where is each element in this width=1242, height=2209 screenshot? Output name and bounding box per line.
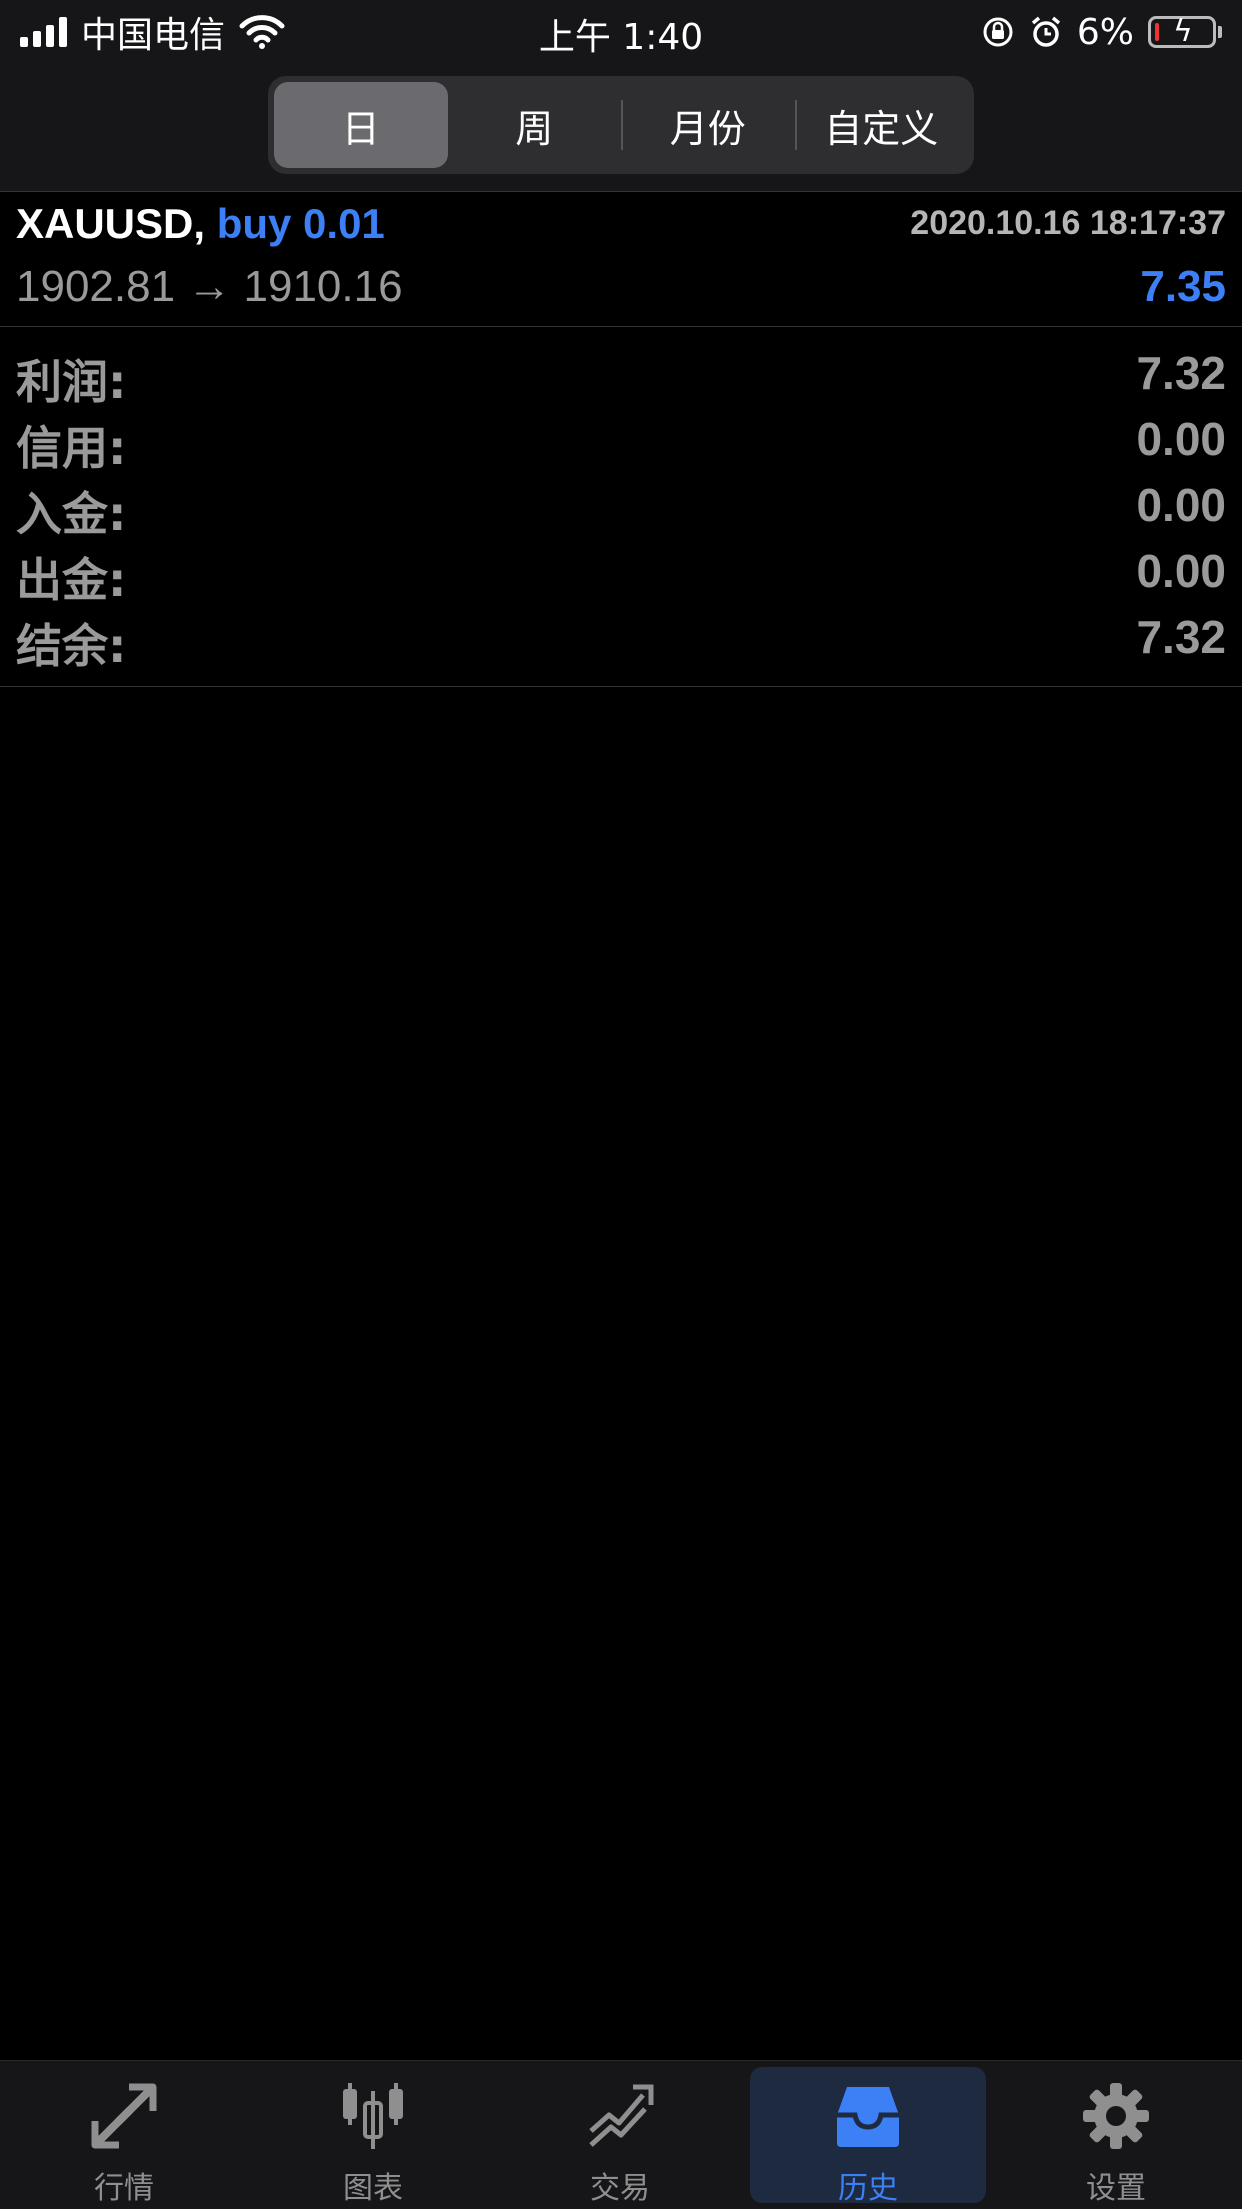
tab-history[interactable]: 历史 [750, 2061, 986, 2209]
tab-label: 行情 [94, 2171, 154, 2206]
summary-value: 0.00 [1136, 545, 1226, 597]
summary-label: 信用: [16, 421, 127, 475]
chart-icon [343, 2083, 403, 2149]
summary-value: 7.32 [1136, 611, 1226, 663]
trade-datetime: 2020.10.16 18:17:37 [910, 204, 1226, 242]
segment-month[interactable]: 月份 [621, 82, 795, 168]
segment-custom[interactable]: 自定义 [794, 82, 969, 168]
tab-trade[interactable]: 交易 [502, 2061, 738, 2209]
summary-row-balance: 结余: 7.32 [0, 610, 1242, 676]
trade-side: buy 0.01 [216, 200, 385, 247]
summary-label: 出金: [16, 553, 127, 607]
orientation-lock-icon [983, 17, 1013, 47]
tab-label: 历史 [838, 2171, 898, 2206]
bottom-tab-bar: 行情 图表 交易 历史 设置 [0, 2060, 1242, 2209]
period-segmented-control: 日 周 月份 自定义 [268, 76, 974, 174]
tab-quotes[interactable]: 行情 [6, 2061, 242, 2209]
trade-symbol: XAUUSD, [16, 200, 206, 247]
battery-icon: ϟ [1148, 15, 1216, 49]
trade-prices: 1902.81 → 1910.16 [16, 262, 403, 311]
segment-week[interactable]: 周 [448, 82, 622, 168]
summary-value: 7.32 [1136, 347, 1226, 399]
battery-percent: 6% [1076, 11, 1134, 53]
summary-row-credit: 信用: 0.00 [0, 412, 1242, 478]
tab-settings[interactable]: 设置 [998, 2061, 1234, 2209]
segment-day[interactable]: 日 [274, 82, 448, 168]
tab-label: 交易 [590, 2171, 650, 2206]
summary-label: 利润: [16, 355, 127, 409]
summary-row-deposit: 入金: 0.00 [0, 478, 1242, 544]
trade-profit: 7.35 [1140, 262, 1226, 311]
settings-icon [1083, 2083, 1149, 2149]
tab-chart[interactable]: 图表 [255, 2061, 491, 2209]
history-icon [837, 2087, 899, 2147]
summary-value: 0.00 [1136, 479, 1226, 531]
summary-row-profit: 利润: 7.32 [0, 346, 1242, 412]
trade-icon [589, 2084, 654, 2147]
battery-tip [1218, 26, 1222, 38]
tab-label: 图表 [343, 2171, 403, 2206]
summary-divider [0, 686, 1242, 687]
trade-divider [0, 326, 1242, 327]
header-divider [0, 191, 1242, 192]
alarm-icon [1031, 16, 1060, 47]
status-right: 6% ϟ [981, 8, 1222, 56]
summary-row-withdrawal: 出金: 0.00 [0, 544, 1242, 610]
trade-symbol-line: XAUUSD, buy 0.01 [16, 200, 385, 248]
status-bar: 中国电信 上午 1:40 6% ϟ [0, 0, 1242, 62]
tab-label: 设置 [1086, 2171, 1146, 2206]
summary-label: 结余: [16, 619, 127, 673]
summary-label: 入金: [16, 487, 127, 541]
quotes-icon [91, 2083, 157, 2149]
summary-value: 0.00 [1136, 413, 1226, 465]
